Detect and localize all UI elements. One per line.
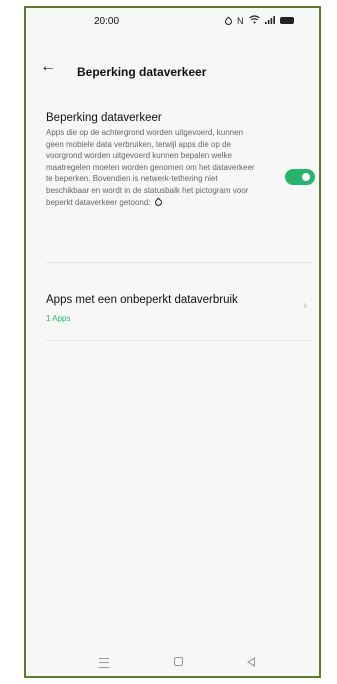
signal-icon [264,15,275,26]
chevron-right-icon: › [303,298,307,312]
phone-screen: 20:00 N ← Beperking dataverkeer Beperkin… [24,6,321,678]
page-title: Beperking dataverkeer [77,65,207,79]
divider [46,340,312,341]
data-saver-icon [153,197,164,208]
navigation-bar [26,656,319,676]
status-icons: N [223,15,294,27]
nfc-icon: N [237,15,244,26]
menu-icon[interactable] [99,658,109,668]
home-icon[interactable] [174,657,183,666]
data-saver-heading: Beperking dataverkeer [46,112,162,124]
data-saver-icon [223,16,234,27]
back-icon[interactable] [247,657,255,667]
back-arrow-icon[interactable]: ← [40,58,56,76]
data-saver-description: Apps die op de achtergrond worden uitgev… [46,128,255,208]
data-saver-section: Beperking dataverkeer Apps die op de ach… [46,112,260,208]
wifi-icon [248,15,260,26]
app-bar: ← Beperking dataverkeer [26,58,319,88]
toggle-knob [302,173,310,181]
screenshot-frame: 20:00 N ← Beperking dataverkeer Beperkin… [0,0,337,684]
divider [46,262,312,263]
unrestricted-apps-label: Apps met een onbeperkt dataverbruik [46,294,238,306]
unrestricted-apps-row[interactable]: Apps met een onbeperkt dataverbruik 1 Ap… [26,276,319,344]
battery-icon [279,17,294,24]
data-saver-toggle[interactable] [285,169,315,185]
status-time: 20:00 [94,16,120,27]
unrestricted-apps-count: 1 Apps [46,314,71,323]
status-bar: 20:00 N [26,8,319,38]
